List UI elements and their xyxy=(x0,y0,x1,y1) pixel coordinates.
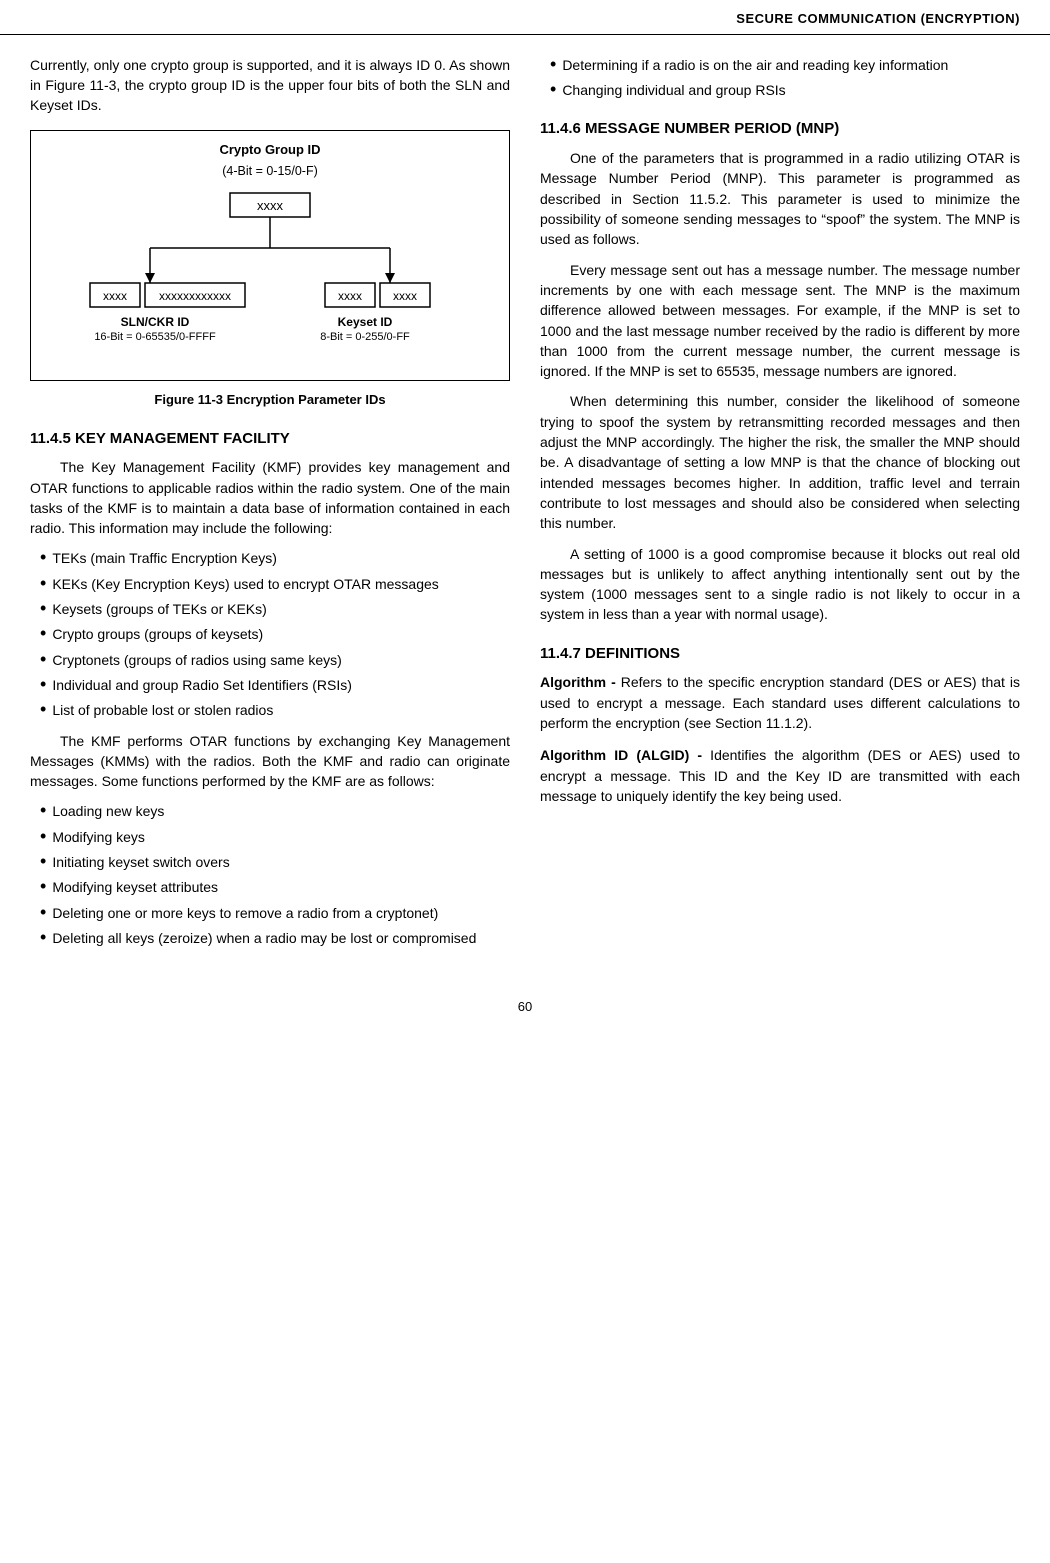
bullet-lost-radios: • List of probable lost or stolen radios xyxy=(40,700,510,720)
bullet-dot: • xyxy=(550,80,556,100)
left-column: Currently, only one crypto group is supp… xyxy=(30,55,510,958)
bullet-dot: • xyxy=(40,801,46,821)
crypto-svg: xxxx xxxx xyxy=(39,188,501,368)
right-column: • Determining if a radio is on the air a… xyxy=(540,55,1020,958)
bullet-dot: • xyxy=(40,675,46,695)
bullet-dot: • xyxy=(40,903,46,923)
bullet-keyset-switch: • Initiating keyset switch overs xyxy=(40,852,510,872)
bullet-lost-radios-text: List of probable lost or stolen radios xyxy=(52,700,273,720)
right-col-top-bullets: • Determining if a radio is on the air a… xyxy=(540,55,1020,101)
bullet-dot: • xyxy=(40,548,46,568)
bullet-dot: • xyxy=(40,599,46,619)
bullet-zeroize-text: Deleting all keys (zeroize) when a radio… xyxy=(52,928,476,948)
svg-text:16-Bit = 0-65535/0-FFFF: 16-Bit = 0-65535/0-FFFF xyxy=(94,331,216,343)
def-algid: Algorithm ID (ALGID) - Identifies the al… xyxy=(540,745,1020,806)
section-11-4-5-para1: The Key Management Facility (KMF) provid… xyxy=(30,457,510,538)
bullet-delete-keys-text: Deleting one or more keys to remove a ra… xyxy=(52,903,438,923)
crypto-diagram-svg: xxxx xxxx xyxy=(70,188,470,368)
kmf-bullets-1: • TEKs (main Traffic Encryption Keys) • … xyxy=(30,548,510,720)
diagram-title: Crypto Group ID xyxy=(39,141,501,160)
svg-text:xxxxxxxxxxxx: xxxxxxxxxxxx xyxy=(159,289,231,303)
bullet-dot: • xyxy=(40,877,46,897)
crypto-diagram: Crypto Group ID (4-Bit = 0-15/0-F) xxxx xyxy=(30,130,510,381)
bullet-delete-keys: • Deleting one or more keys to remove a … xyxy=(40,903,510,923)
svg-text:8-Bit = 0-255/0-FF: 8-Bit = 0-255/0-FF xyxy=(320,331,410,343)
mnp-para2: Every message sent out has a message num… xyxy=(540,260,1020,382)
svg-text:xxxx: xxxx xyxy=(257,198,284,213)
bullet-loading-keys: • Loading new keys xyxy=(40,801,510,821)
bullet-keyset-attrib-text: Modifying keyset attributes xyxy=(52,877,218,897)
bullet-modifying-keys-text: Modifying keys xyxy=(52,827,145,847)
page-content: Currently, only one crypto group is supp… xyxy=(0,35,1050,978)
bullet-determining-radio: • Determining if a radio is on the air a… xyxy=(550,55,1020,75)
svg-text:Keyset ID: Keyset ID xyxy=(338,315,393,329)
bullet-cryptonets: • Cryptonets (groups of radios using sam… xyxy=(40,650,510,670)
bullet-rsis-text: Individual and group Radio Set Identifie… xyxy=(52,675,352,695)
bullet-dot: • xyxy=(40,928,46,948)
def-algorithm-term: Algorithm - xyxy=(540,674,616,690)
svg-text:xxxx: xxxx xyxy=(393,289,417,303)
bullet-dot: • xyxy=(40,700,46,720)
mnp-para4: A setting of 1000 is a good compromise b… xyxy=(540,544,1020,625)
bullet-dot: • xyxy=(40,852,46,872)
svg-text:xxxx: xxxx xyxy=(338,289,362,303)
page-number: 60 xyxy=(0,998,1050,1027)
kmf-bullets-2: • Loading new keys • Modifying keys • In… xyxy=(30,801,510,948)
section-11-4-5-heading: 11.4.5 KEY MANAGEMENT FACILITY xyxy=(30,428,510,450)
bullet-keyset-attrib: • Modifying keyset attributes xyxy=(40,877,510,897)
bullet-changing-rsis-text: Changing individual and group RSIs xyxy=(562,80,785,100)
diagram-subtitle: (4-Bit = 0-15/0-F) xyxy=(39,162,501,180)
bullet-dot: • xyxy=(40,574,46,594)
header-title: SECURE COMMUNICATION (ENCRYPTION) xyxy=(736,11,1020,26)
svg-text:SLN/CKR ID: SLN/CKR ID xyxy=(121,315,190,329)
bullet-dot: • xyxy=(40,650,46,670)
bullet-dot: • xyxy=(550,55,556,75)
bullet-keyset-switch-text: Initiating keyset switch overs xyxy=(52,852,229,872)
section-11-4-5-para2: The KMF performs OTAR functions by excha… xyxy=(30,731,510,792)
bullet-teks-text: TEKs (main Traffic Encryption Keys) xyxy=(52,548,277,568)
bullet-changing-rsis: • Changing individual and group RSIs xyxy=(550,80,1020,100)
section-11-4-6-heading: 11.4.6 MESSAGE NUMBER PERIOD (MNP) xyxy=(540,118,1020,140)
page-header: SECURE COMMUNICATION (ENCRYPTION) xyxy=(0,0,1050,35)
bullet-keks-text: KEKs (Key Encryption Keys) used to encry… xyxy=(52,574,438,594)
bullet-determining-radio-text: Determining if a radio is on the air and… xyxy=(562,55,948,75)
bullet-teks: • TEKs (main Traffic Encryption Keys) xyxy=(40,548,510,568)
bullet-zeroize: • Deleting all keys (zeroize) when a rad… xyxy=(40,928,510,948)
bullet-crypto-groups-text: Crypto groups (groups of keysets) xyxy=(52,624,263,644)
def-algid-term: Algorithm ID (ALGID) - xyxy=(540,747,702,763)
bullet-cryptonets-text: Cryptonets (groups of radios using same … xyxy=(52,650,341,670)
bullet-crypto-groups: • Crypto groups (groups of keysets) xyxy=(40,624,510,644)
bullet-rsis: • Individual and group Radio Set Identif… xyxy=(40,675,510,695)
mnp-para3: When determining this number, consider t… xyxy=(540,391,1020,533)
section-11-4-7-heading: 11.4.7 DEFINITIONS xyxy=(540,643,1020,665)
bullet-keks: • KEKs (Key Encryption Keys) used to enc… xyxy=(40,574,510,594)
bullet-dot: • xyxy=(40,827,46,847)
bullet-loading-keys-text: Loading new keys xyxy=(52,801,164,821)
intro-paragraph: Currently, only one crypto group is supp… xyxy=(30,55,510,116)
svg-text:xxxx: xxxx xyxy=(103,289,127,303)
bullet-modifying-keys: • Modifying keys xyxy=(40,827,510,847)
figure-caption: Figure 11-3 Encryption Parameter IDs xyxy=(30,391,510,410)
mnp-para1: One of the parameters that is programmed… xyxy=(540,148,1020,249)
bullet-keysets-text: Keysets (groups of TEKs or KEKs) xyxy=(52,599,267,619)
def-algorithm: Algorithm - Refers to the specific encry… xyxy=(540,672,1020,733)
bullet-keysets: • Keysets (groups of TEKs or KEKs) xyxy=(40,599,510,619)
bullet-dot: • xyxy=(40,624,46,644)
